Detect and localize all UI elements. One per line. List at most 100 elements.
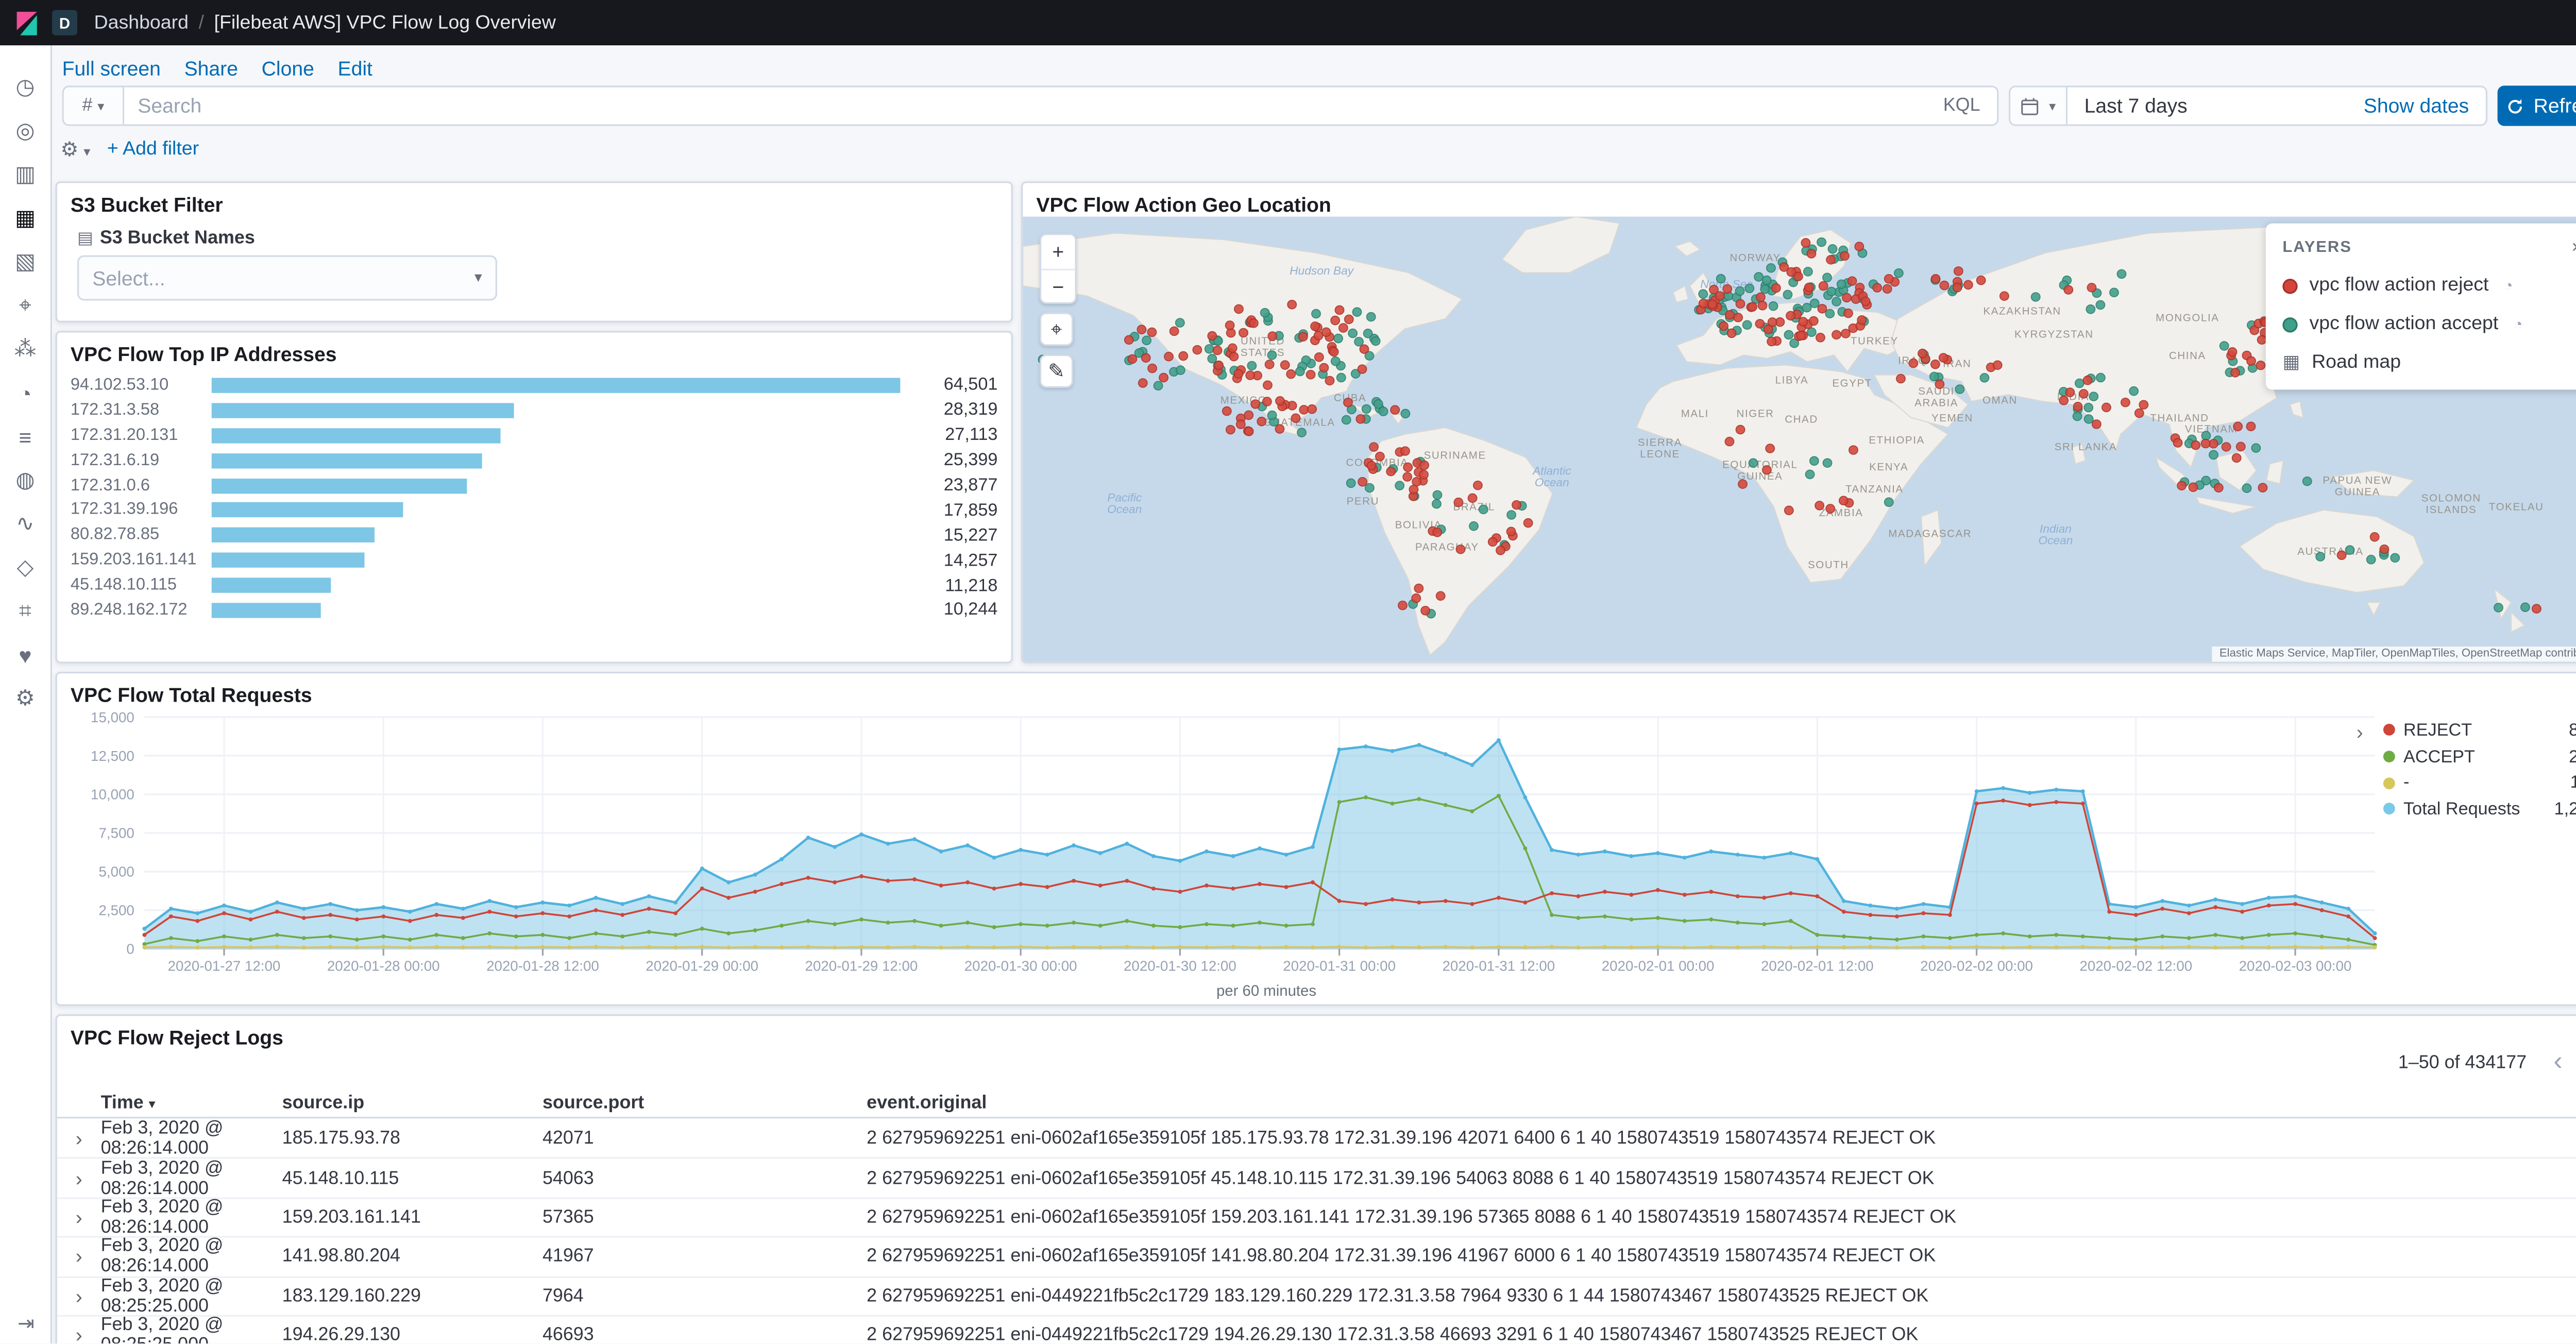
share-link[interactable]: Share <box>184 57 238 81</box>
column-time[interactable]: Time <box>101 1093 282 1113</box>
legend-item[interactable]: REJECT 863 <box>2383 717 2576 743</box>
legend-item[interactable]: ACCEPT 253 <box>2383 743 2576 770</box>
set-view-button[interactable]: ⌖ <box>1039 312 1074 346</box>
ip-bar[interactable] <box>211 402 514 418</box>
landmass <box>2289 400 2304 419</box>
management-icon[interactable]: ⚙ <box>0 677 51 721</box>
ip-bar[interactable] <box>211 528 375 543</box>
cell-time: Feb 3, 2020 @ 08:26:14.000 <box>100 1118 224 1159</box>
expand-row-icon[interactable]: › <box>57 1206 101 1230</box>
accept-dot <box>2074 378 2084 388</box>
kibana-logo[interactable] <box>0 0 52 45</box>
cell-source-port: 54063 <box>542 1168 594 1188</box>
maps-icon[interactable]: ⌖ <box>0 284 51 328</box>
dev-tools-icon[interactable]: ⌗ <box>0 589 51 633</box>
reject-dot <box>2256 360 2266 370</box>
column-source-ip[interactable]: source.ip <box>282 1093 543 1113</box>
machine-learning-icon[interactable]: ⁂ <box>0 328 51 371</box>
zoom-out-button[interactable]: − <box>1041 268 1075 302</box>
reject-dot <box>2246 356 2256 366</box>
reject-dot <box>1804 282 1814 293</box>
reject-dot <box>1786 311 1795 321</box>
legend-collapse-icon[interactable]: › <box>2357 721 2363 744</box>
clone-link[interactable]: Clone <box>262 57 314 81</box>
legend-item[interactable]: - 110 <box>2383 770 2576 796</box>
expand-row-icon[interactable]: › <box>57 1245 101 1269</box>
reject-dot <box>1435 591 1446 601</box>
reject-dot <box>1848 445 1858 455</box>
logs-icon[interactable]: ≡ <box>0 415 51 458</box>
show-dates-button[interactable]: Show dates <box>2364 94 2486 118</box>
calendar-button[interactable] <box>2010 87 2068 125</box>
reject-dot <box>1355 414 1366 424</box>
metrics-icon[interactable]: ◔ <box>0 371 51 415</box>
visualize-icon[interactable]: ▥ <box>0 153 51 197</box>
reject-dot <box>2257 335 2267 345</box>
layer-item[interactable]: vpc flow action reject ◔ <box>2282 276 2576 296</box>
reject-dot <box>1229 351 1239 362</box>
apm-icon[interactable]: ◍ <box>0 458 51 502</box>
siem-icon[interactable]: ◇ <box>0 546 51 590</box>
expand-row-icon[interactable]: › <box>57 1284 101 1308</box>
add-filter-button[interactable]: + Add filter <box>107 140 199 160</box>
accept-dot <box>2345 545 2355 555</box>
ip-bar[interactable] <box>211 478 467 493</box>
ip-bar-track <box>211 428 901 443</box>
time-range-value[interactable]: Last 7 days <box>2067 94 2188 118</box>
legend-dot-icon <box>2383 777 2395 789</box>
reject-dot <box>1414 583 1424 593</box>
kql-toggle[interactable]: KQL <box>1943 96 1997 116</box>
page-title: [Filebeat AWS] VPC Flow Log Overview <box>214 12 556 33</box>
edit-link[interactable]: Edit <box>338 57 372 81</box>
search-input[interactable] <box>124 94 1943 118</box>
column-event-original[interactable]: event.original <box>867 1093 2576 1113</box>
ip-bar[interactable] <box>211 428 501 443</box>
discover-icon[interactable]: ◎ <box>0 109 51 153</box>
reject-dot <box>1707 299 1718 309</box>
ip-bar[interactable] <box>211 553 364 568</box>
reject-dot <box>1248 318 1259 328</box>
reject-dot <box>1726 328 1737 338</box>
expand-row-icon[interactable]: › <box>57 1166 101 1190</box>
ip-label: 172.31.20.131 <box>70 426 178 445</box>
ip-bar[interactable] <box>211 603 321 618</box>
expand-row-icon[interactable]: › <box>57 1323 101 1343</box>
dock-navigation-icon[interactable]: ⇥ <box>0 1312 52 1335</box>
ip-bar[interactable] <box>211 378 901 393</box>
layer-item[interactable]: vpc flow action accept ◔ <box>2282 314 2576 334</box>
reject-dot <box>1935 379 1945 389</box>
timeseries-chart[interactable]: 0 2,500 5,000 7,500 10,000 12,500 15,000 2020-0… <box>71 710 2388 976</box>
legend-item[interactable]: Total Requests 1,226 <box>2383 796 2576 822</box>
accept-dot <box>1373 399 1383 409</box>
zoom-in-button[interactable]: + <box>1041 235 1075 269</box>
draw-filter-button[interactable]: ✎ <box>1039 354 1074 388</box>
ip-bar[interactable] <box>211 452 483 468</box>
filter-bar: ⚙ + Add filter <box>60 138 199 161</box>
dashboard-icon[interactable]: ▦ <box>0 196 51 240</box>
breadcrumb[interactable]: Dashboard <box>94 12 189 32</box>
saved-query-button[interactable]: # <box>63 87 125 125</box>
map-attribution: Elastic Maps Service, MapTiler, OpenMapT… <box>2212 647 2576 662</box>
monitoring-icon[interactable]: ♥ <box>0 633 51 677</box>
expand-row-icon[interactable]: › <box>57 1126 101 1150</box>
recently-viewed-icon[interactable]: ◷ <box>0 65 51 109</box>
prev-page-icon[interactable]: ‹ <box>2553 1048 2562 1078</box>
refresh-button[interactable]: Refresh <box>2497 86 2576 126</box>
s3-bucket-select[interactable]: Select... <box>77 255 497 301</box>
reject-dot <box>1817 303 1827 314</box>
ip-bar[interactable] <box>211 577 332 593</box>
reject-dot <box>1319 363 1329 373</box>
reject-dot <box>1487 537 1498 547</box>
full-screen-link[interactable]: Full screen <box>62 57 161 81</box>
uptime-icon[interactable]: ∿ <box>0 502 51 546</box>
layer-item[interactable]: ▦ Road map <box>2282 353 2576 373</box>
reject-dot <box>1762 465 1772 475</box>
ip-bar[interactable] <box>211 503 402 518</box>
accept-dot <box>1836 279 1846 290</box>
collapse-layers-icon[interactable]: › <box>2572 237 2576 257</box>
accept-dot <box>2209 450 2218 460</box>
filter-settings-icon[interactable]: ⚙ <box>60 138 90 161</box>
canvas-icon[interactable]: ▧ <box>0 240 51 284</box>
column-source-port[interactable]: source.port <box>543 1093 867 1113</box>
reject-dot <box>1733 313 1743 322</box>
